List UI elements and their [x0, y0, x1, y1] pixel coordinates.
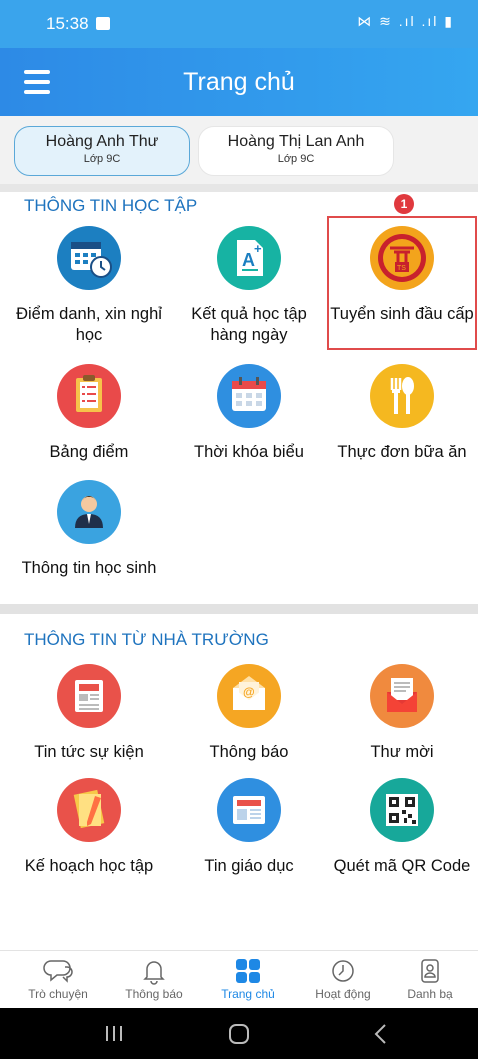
notebook-pencil-icon	[57, 778, 121, 842]
envelope-at-icon: @	[217, 664, 281, 728]
page-title: Trang chủ	[183, 68, 295, 96]
nav-home[interactable]: Trang chủ	[200, 951, 296, 1009]
svg-text:+: +	[254, 241, 262, 256]
menu-item-daily-results[interactable]: A + Kết quả học tập hàng ngày	[174, 226, 324, 346]
qr-code-icon	[370, 778, 434, 842]
status-icons: ⋈ ≋ .ıl .ıl ▮	[357, 13, 454, 29]
notification-badge: 1	[394, 194, 414, 214]
student-icon	[57, 480, 121, 544]
app-bar: Trang chủ	[0, 48, 478, 116]
recent-apps-button[interactable]	[74, 1008, 154, 1059]
status-time: 15:38	[46, 14, 89, 33]
menu-item-label: Điểm danh, xin nghỉ học	[16, 305, 162, 344]
nav-contacts[interactable]: Danh bạ	[382, 951, 478, 1009]
hanoi-emblem-icon: TS	[370, 226, 434, 290]
student-name: Hoàng Anh Thư	[45, 133, 159, 150]
menu-item-label: Tin giáo dục	[204, 857, 294, 875]
student-name: Hoàng Thị Lan Anh	[227, 133, 365, 150]
menu-item-news-events[interactable]: Tin tức sự kiện	[14, 664, 164, 763]
divider	[0, 184, 478, 192]
back-button[interactable]	[340, 1008, 420, 1059]
menu-item-announcements[interactable]: @ Thông báo	[174, 664, 324, 763]
bell-icon	[143, 961, 165, 985]
status-bar: 15:38 ⋈ ≋ .ıl .ıl ▮	[0, 0, 478, 48]
fork-spoon-icon	[370, 364, 434, 428]
home-grid-icon	[236, 959, 260, 983]
invitation-letter-icon	[370, 664, 434, 728]
home-button[interactable]	[199, 1008, 279, 1059]
menu-item-label: Kết quả học tập hàng ngày	[191, 305, 307, 344]
education-news-icon	[217, 778, 281, 842]
svg-text:TS: TS	[397, 265, 406, 272]
section-divider	[0, 604, 478, 614]
menu-item-study-plan[interactable]: Kế hoạch học tập	[14, 778, 164, 877]
contacts-icon	[421, 959, 439, 983]
menu-item-label: Thực đơn bữa ăn	[337, 443, 467, 461]
home-circle-icon	[229, 1024, 249, 1044]
menu-item-meal-menu[interactable]: Thực đơn bữa ăn	[327, 364, 477, 463]
student-class: Lớp 9C	[83, 153, 121, 165]
menu-item-attendance[interactable]: Điểm danh, xin nghỉ học	[14, 226, 164, 346]
menu-item-education-news[interactable]: Tin giáo dục	[174, 778, 324, 877]
section-title-study: THÔNG TIN HỌC TẬP	[24, 196, 198, 215]
clock-icon	[332, 960, 354, 982]
newspaper-icon	[57, 664, 121, 728]
menu-item-qr-scan[interactable]: Quét mã QR Code	[327, 778, 477, 877]
back-chevron-icon	[374, 1024, 386, 1044]
message-notification-icon	[96, 17, 110, 30]
bottom-navigation: Trò chuyện Thông báo Trang chủ Hoạt động…	[0, 950, 478, 1008]
student-selector: Hoàng Anh Thư Lớp 9C Hoàng Thị Lan Anh L…	[0, 116, 478, 184]
menu-item-label: Thông tin học sinh	[21, 559, 157, 577]
nav-label: Thông báo	[125, 987, 183, 1001]
menu-item-label: Tuyển sinh đầu cấp	[330, 305, 474, 323]
nav-chat[interactable]: Trò chuyện	[10, 951, 106, 1009]
menu-item-invitations[interactable]: Thư mời	[327, 664, 477, 763]
nav-label: Trang chủ	[221, 987, 275, 1001]
menu-item-student-info[interactable]: Thông tin học sinh	[14, 480, 164, 579]
student-tab-2[interactable]: Hoàng Thị Lan Anh Lớp 9C	[198, 126, 394, 176]
menu-item-label: Thông báo	[209, 743, 289, 761]
nav-label: Trò chuyện	[28, 987, 88, 1001]
recent-apps-icon	[106, 1026, 122, 1041]
menu-item-label: Tin tức sự kiện	[34, 743, 144, 761]
nav-notifications[interactable]: Thông báo	[106, 951, 202, 1009]
section-title-school: THÔNG TIN TỪ NHÀ TRƯỜNG	[24, 630, 269, 649]
nav-label: Danh bạ	[407, 987, 453, 1001]
menu-item-label: Thời khóa biểu	[194, 443, 304, 461]
calendar-clock-icon	[57, 226, 121, 290]
student-class: Lớp 9C	[277, 153, 315, 165]
menu-item-label: Kế hoạch học tập	[24, 857, 154, 875]
chat-icon	[43, 960, 73, 983]
menu-item-timetable[interactable]: Thời khóa biểu	[174, 364, 324, 463]
checklist-icon	[57, 364, 121, 428]
student-tab-1[interactable]: Hoàng Anh Thư Lớp 9C	[14, 126, 190, 176]
nav-activities[interactable]: Hoạt động	[295, 951, 391, 1009]
menu-item-label: Thư mời	[370, 743, 434, 761]
menu-item-scoreboard[interactable]: Bảng điểm	[14, 364, 164, 463]
grade-document-icon: A +	[217, 226, 281, 290]
menu-item-enrollment[interactable]: TS Tuyển sinh đầu cấp	[327, 226, 477, 325]
menu-item-label: Bảng điểm	[49, 443, 129, 461]
nav-label: Hoạt động	[315, 987, 371, 1001]
system-navigation-bar	[0, 1008, 478, 1059]
menu-item-label: Quét mã QR Code	[333, 857, 471, 875]
calendar-icon	[217, 364, 281, 428]
